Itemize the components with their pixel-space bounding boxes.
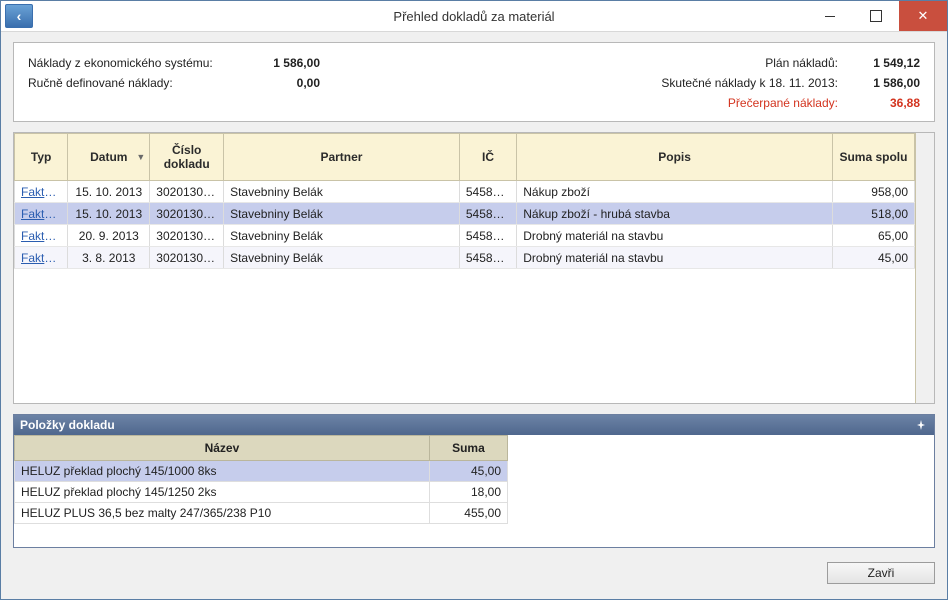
summary-left-label: Ručně definované náklady: — [28, 73, 228, 93]
window-controls — [807, 1, 947, 31]
cell-typ[interactable]: Faktúra — [15, 225, 68, 247]
documents-grid: TypDatum▼Číslo dokladuPartnerIČPopisSuma… — [13, 132, 935, 404]
column-header-popis[interactable]: Popis — [517, 134, 833, 181]
items-column-header-suma[interactable]: Suma — [429, 436, 507, 461]
cell-suma: 65,00 — [832, 225, 914, 247]
close-button[interactable] — [899, 1, 947, 31]
summary-left-value: 1 586,00 — [240, 53, 320, 73]
cell-partner: Stavebniny Belák — [224, 225, 460, 247]
column-header-typ[interactable]: Typ — [15, 134, 68, 181]
summary-right-label: Skutečné náklady k 18. 11. 2013: — [618, 73, 838, 93]
cell-suma: 45,00 — [832, 247, 914, 269]
items-row[interactable]: HELUZ překlad plochý 145/1250 2ks18,00 — [15, 482, 508, 503]
items-cell-nazev: HELUZ překlad plochý 145/1250 2ks — [15, 482, 430, 503]
cell-cislo: 3020130004 — [150, 225, 224, 247]
cell-ic: 5458656 — [459, 181, 516, 203]
items-cell-nazev: HELUZ PLUS 36,5 bez malty 247/365/238 P1… — [15, 503, 430, 524]
cell-partner: Stavebniny Belák — [224, 247, 460, 269]
items-table[interactable]: NázevSumaHELUZ překlad plochý 145/1000 8… — [14, 435, 508, 524]
cell-partner: Stavebniny Belák — [224, 181, 460, 203]
cell-ic: 5458656 — [459, 225, 516, 247]
items-cell-suma: 455,00 — [429, 503, 507, 524]
cell-suma: 958,00 — [832, 181, 914, 203]
cell-popis: Nákup zboží — [517, 181, 833, 203]
cell-typ[interactable]: Faktúra — [15, 247, 68, 269]
table-row[interactable]: Faktúra15. 10. 20133020130007Stavebniny … — [15, 203, 915, 225]
cell-ic: 5458656 — [459, 247, 516, 269]
cell-datum: 15. 10. 2013 — [68, 203, 150, 225]
maximize-button[interactable] — [853, 1, 899, 31]
cell-cislo: 3020130007 — [150, 203, 224, 225]
column-header-partner[interactable]: Partner — [224, 134, 460, 181]
cell-popis: Nákup zboží - hrubá stavba — [517, 203, 833, 225]
app-icon: ‹ — [5, 4, 33, 28]
titlebar: ‹ Přehled dokladů za materiál — [1, 1, 947, 32]
summary-right-label: Přečerpané náklady: — [618, 93, 838, 113]
summary-right-value: 36,88 — [850, 93, 920, 113]
close-dialog-button[interactable]: Zavři — [827, 562, 935, 584]
items-row[interactable]: HELUZ PLUS 36,5 bez malty 247/365/238 P1… — [15, 503, 508, 524]
cell-cislo: 3020130006 — [150, 181, 224, 203]
items-cell-nazev: HELUZ překlad plochý 145/1000 8ks — [15, 461, 430, 482]
summary-right-value: 1 549,12 — [850, 53, 920, 73]
cell-typ[interactable]: Faktúra — [15, 203, 68, 225]
table-row[interactable]: Faktúra15. 10. 20133020130006Stavebniny … — [15, 181, 915, 203]
minimize-button[interactable] — [807, 1, 853, 31]
column-header-suma[interactable]: Suma spolu — [832, 134, 914, 181]
cell-cislo: 3020130003 — [150, 247, 224, 269]
cell-popis: Drobný materiál na stavbu — [517, 247, 833, 269]
items-panel-title: Položky dokladu — [20, 418, 115, 432]
app-window: ‹ Přehled dokladů za materiál Náklady z … — [0, 0, 948, 600]
cell-ic: 5458656 — [459, 203, 516, 225]
summary-panel: Náklady z ekonomického systému: 1 586,00 P… — [13, 42, 935, 122]
items-cell-suma: 18,00 — [429, 482, 507, 503]
items-cell-suma: 45,00 — [429, 461, 507, 482]
summary-right-value: 1 586,00 — [850, 73, 920, 93]
column-header-ic[interactable]: IČ — [459, 134, 516, 181]
cell-partner: Stavebniny Belák — [224, 203, 460, 225]
items-panel: Položky dokladu NázevSumaHELUZ překlad p… — [13, 414, 935, 548]
cell-popis: Drobný materiál na stavbu — [517, 225, 833, 247]
items-panel-header: Položky dokladu — [14, 415, 934, 435]
window-title: Přehled dokladů za materiál — [1, 9, 947, 24]
grid-scroll-gutter — [915, 133, 934, 403]
pin-icon[interactable] — [914, 418, 928, 432]
sort-desc-icon: ▼ — [136, 152, 145, 162]
items-column-header-nazev[interactable]: Název — [15, 436, 430, 461]
footer: Zavři — [13, 558, 935, 584]
cell-datum: 20. 9. 2013 — [68, 225, 150, 247]
cell-datum: 3. 8. 2013 — [68, 247, 150, 269]
column-header-cislo[interactable]: Číslo dokladu — [150, 134, 224, 181]
cell-datum: 15. 10. 2013 — [68, 181, 150, 203]
table-row[interactable]: Faktúra20. 9. 20133020130004Stavebniny B… — [15, 225, 915, 247]
cell-suma: 518,00 — [832, 203, 914, 225]
table-row[interactable]: Faktúra3. 8. 20133020130003Stavebniny Be… — [15, 247, 915, 269]
documents-table[interactable]: TypDatum▼Číslo dokladuPartnerIČPopisSuma… — [14, 133, 915, 269]
column-header-datum[interactable]: Datum▼ — [68, 134, 150, 181]
summary-left-value: 0,00 — [240, 73, 320, 93]
summary-left-label: Náklady z ekonomického systému: — [28, 53, 228, 73]
content-area: Náklady z ekonomického systému: 1 586,00 P… — [1, 32, 947, 599]
items-row[interactable]: HELUZ překlad plochý 145/1000 8ks45,00 — [15, 461, 508, 482]
cell-typ[interactable]: Faktúra — [15, 181, 68, 203]
summary-right-label: Plán nákladů: — [618, 53, 838, 73]
